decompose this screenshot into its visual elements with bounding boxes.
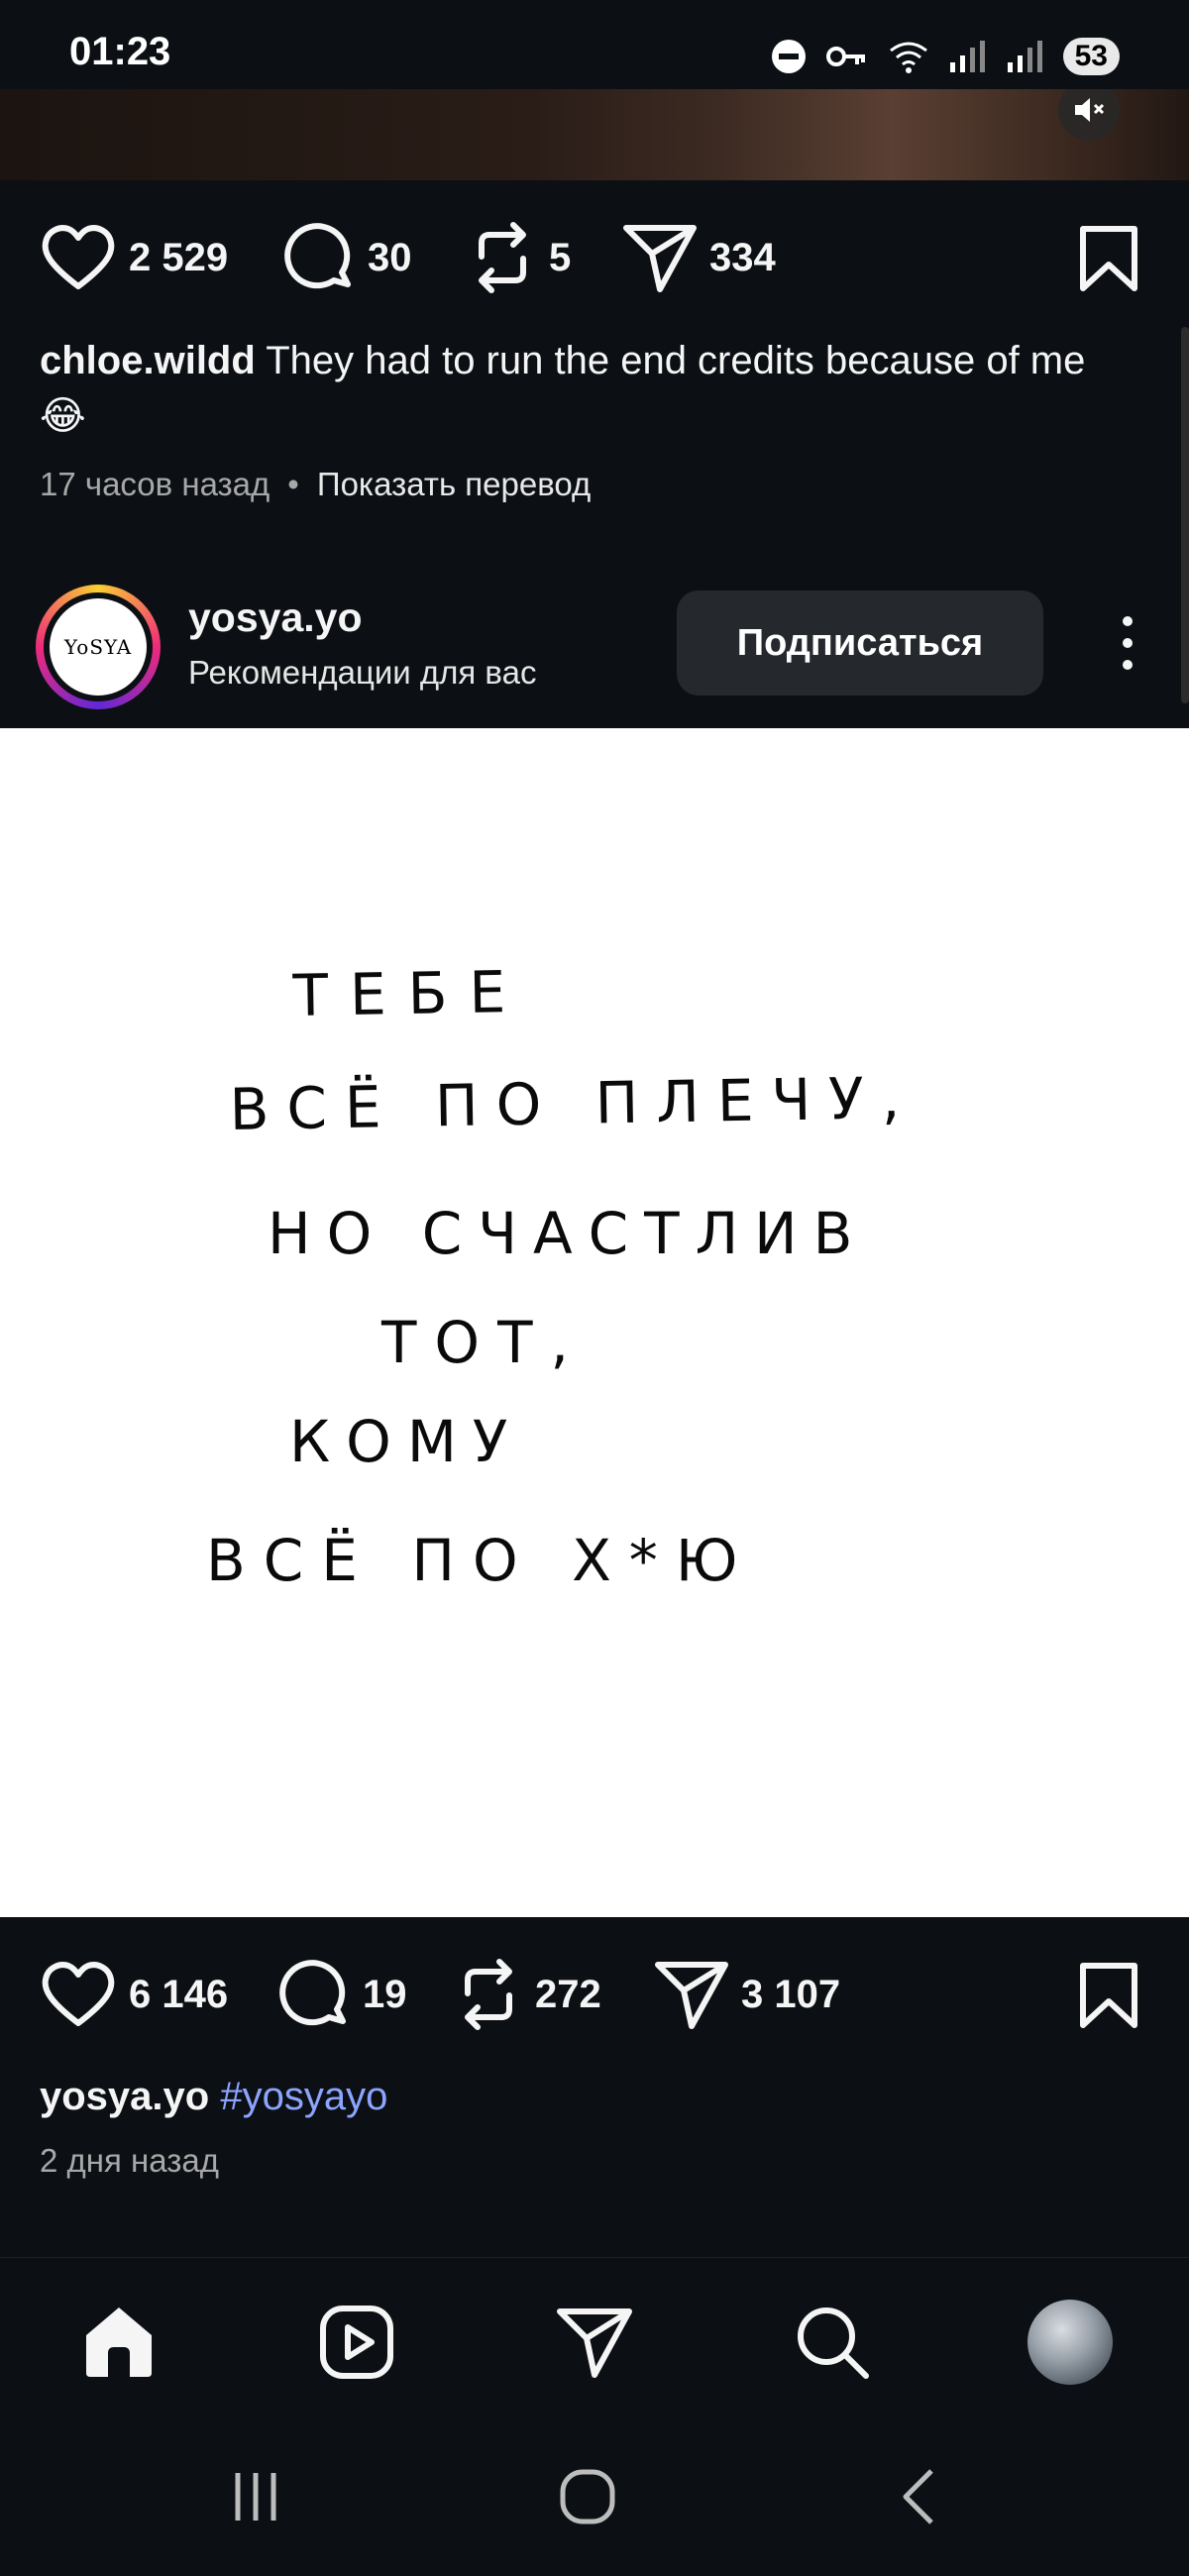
nav-reels[interactable] [312, 2298, 401, 2387]
caption-emoji: 😂 [40, 394, 86, 438]
show-translation-link[interactable]: Показать перевод [317, 466, 591, 503]
follow-button[interactable]: Подписаться [677, 590, 1043, 696]
image-line-3: НО СЧАСТЛИВ [268, 1200, 868, 1267]
repost-count: 5 [549, 235, 572, 279]
status-time: 01:23 [69, 30, 171, 73]
nav-home[interactable] [74, 2298, 163, 2387]
share-count: 334 [709, 235, 776, 279]
dot-separator: • [287, 466, 299, 502]
dot [1123, 638, 1133, 648]
like-count: 6 146 [129, 1972, 229, 2016]
home-button[interactable] [543, 2457, 632, 2536]
comment-icon [284, 223, 351, 289]
prev-post-meta: 17 часов назад • Показать перевод [40, 466, 591, 503]
post-time: 17 часов назад [40, 466, 270, 502]
comment-button[interactable]: 30 [282, 203, 412, 312]
comment-icon [279, 1960, 346, 2026]
comment-count: 30 [368, 235, 412, 279]
bookmark-icon [1080, 1963, 1137, 2028]
heart-icon [42, 1962, 115, 2026]
caption-text: They had to run the end credits because … [266, 339, 1086, 382]
post-header: YoSYA yosya.yo Рекомендации для вас Подп… [0, 575, 1189, 723]
repost-button[interactable]: 5 [468, 203, 571, 312]
caption-username[interactable]: yosya.yo [40, 2075, 209, 2118]
repost-icon [465, 1959, 512, 2030]
caption-username[interactable]: chloe.wildd [40, 339, 256, 382]
mute-button[interactable] [1058, 89, 1120, 141]
recent-apps-icon [235, 2473, 276, 2521]
repost-count: 272 [535, 1972, 601, 2016]
heart-icon [42, 225, 115, 289]
bottom-navigation [0, 2257, 1189, 2418]
dot [1123, 660, 1133, 670]
share-count: 3 107 [741, 1972, 841, 2016]
hashtag-link[interactable]: #yosyayo [220, 2075, 387, 2118]
previous-post-media[interactable] [0, 89, 1189, 180]
image-line-4: ТОТ, [380, 1309, 587, 1376]
signal-icon-2 [1007, 41, 1042, 72]
image-line-1: ТЕБЕ [291, 958, 528, 1029]
image-line-5: КОМУ [289, 1408, 523, 1475]
share-button[interactable]: 334 [622, 203, 776, 312]
nav-direct[interactable] [550, 2298, 639, 2387]
signal-icon [949, 41, 985, 72]
like-button[interactable]: 6 146 [40, 1940, 228, 2049]
dot [1123, 616, 1133, 626]
post-meta: 2 дня назад [40, 2142, 219, 2180]
repost-icon [479, 222, 526, 293]
system-navigation [0, 2417, 1189, 2576]
save-button[interactable] [1078, 1962, 1139, 2034]
comment-count: 19 [363, 1972, 407, 2016]
handwritten-text-image: ТЕБЕ ВСЁ ПО ПЛЕЧУ, НО СЧАСТЛИВ ТОТ, КОМУ… [206, 958, 919, 1594]
key-icon [825, 47, 865, 66]
nav-search[interactable] [788, 2298, 877, 2387]
reels-icon [320, 2306, 393, 2379]
like-count: 2 529 [129, 235, 229, 279]
post-image[interactable]: ТЕБЕ ВСЁ ПО ПЛЕЧУ, НО СЧАСТЛИВ ТОТ, КОМУ… [0, 728, 1189, 1917]
home-circle-icon [560, 2469, 615, 2524]
more-options-button[interactable] [1106, 598, 1149, 688]
status-bar: 01:23 53 [0, 0, 1189, 89]
comment-button[interactable]: 19 [277, 1940, 407, 2049]
avatar-image: YoSYA [50, 598, 147, 696]
repost-button[interactable]: 272 [454, 1940, 601, 2049]
back-button[interactable] [877, 2457, 966, 2536]
send-icon [623, 225, 697, 292]
like-button[interactable]: 2 529 [40, 203, 228, 312]
prev-post-caption: chloe.wildd They had to run the end cred… [40, 333, 1159, 444]
battery-indicator: 53 [1062, 38, 1120, 75]
wifi-icon [889, 42, 927, 73]
recommendation-label: Рекомендации для вас [188, 654, 537, 691]
muted-speaker-icon [1075, 98, 1105, 122]
image-line-2: ВСЁ ПО ПЛЕЧУ, [229, 1064, 919, 1143]
search-icon [798, 2308, 869, 2379]
post-username[interactable]: yosya.yo [188, 594, 363, 641]
image-line-6: ВСЁ ПО Х*Ю [206, 1527, 755, 1594]
dnd-icon [771, 40, 806, 73]
avatar[interactable]: YoSYA [36, 585, 161, 709]
post-caption: yosya.yo #yosyayo [40, 2069, 1159, 2124]
prev-post-actions: 2 529 30 5 334 [0, 203, 1189, 312]
share-button[interactable]: 3 107 [654, 1940, 840, 2049]
recent-apps-button[interactable] [211, 2457, 300, 2536]
status-icons: 53 [770, 32, 1120, 81]
profile-avatar [1027, 2300, 1113, 2385]
save-button[interactable] [1078, 225, 1139, 297]
post-actions: 6 146 19 272 3 107 [0, 1940, 1189, 2049]
back-chevron-icon [903, 2469, 933, 2524]
post-time: 2 дня назад [40, 2142, 219, 2179]
bookmark-icon [1080, 226, 1137, 291]
send-icon [655, 1962, 728, 2029]
send-icon [557, 2308, 632, 2378]
nav-profile[interactable] [1026, 2298, 1115, 2387]
home-icon [86, 2308, 152, 2377]
